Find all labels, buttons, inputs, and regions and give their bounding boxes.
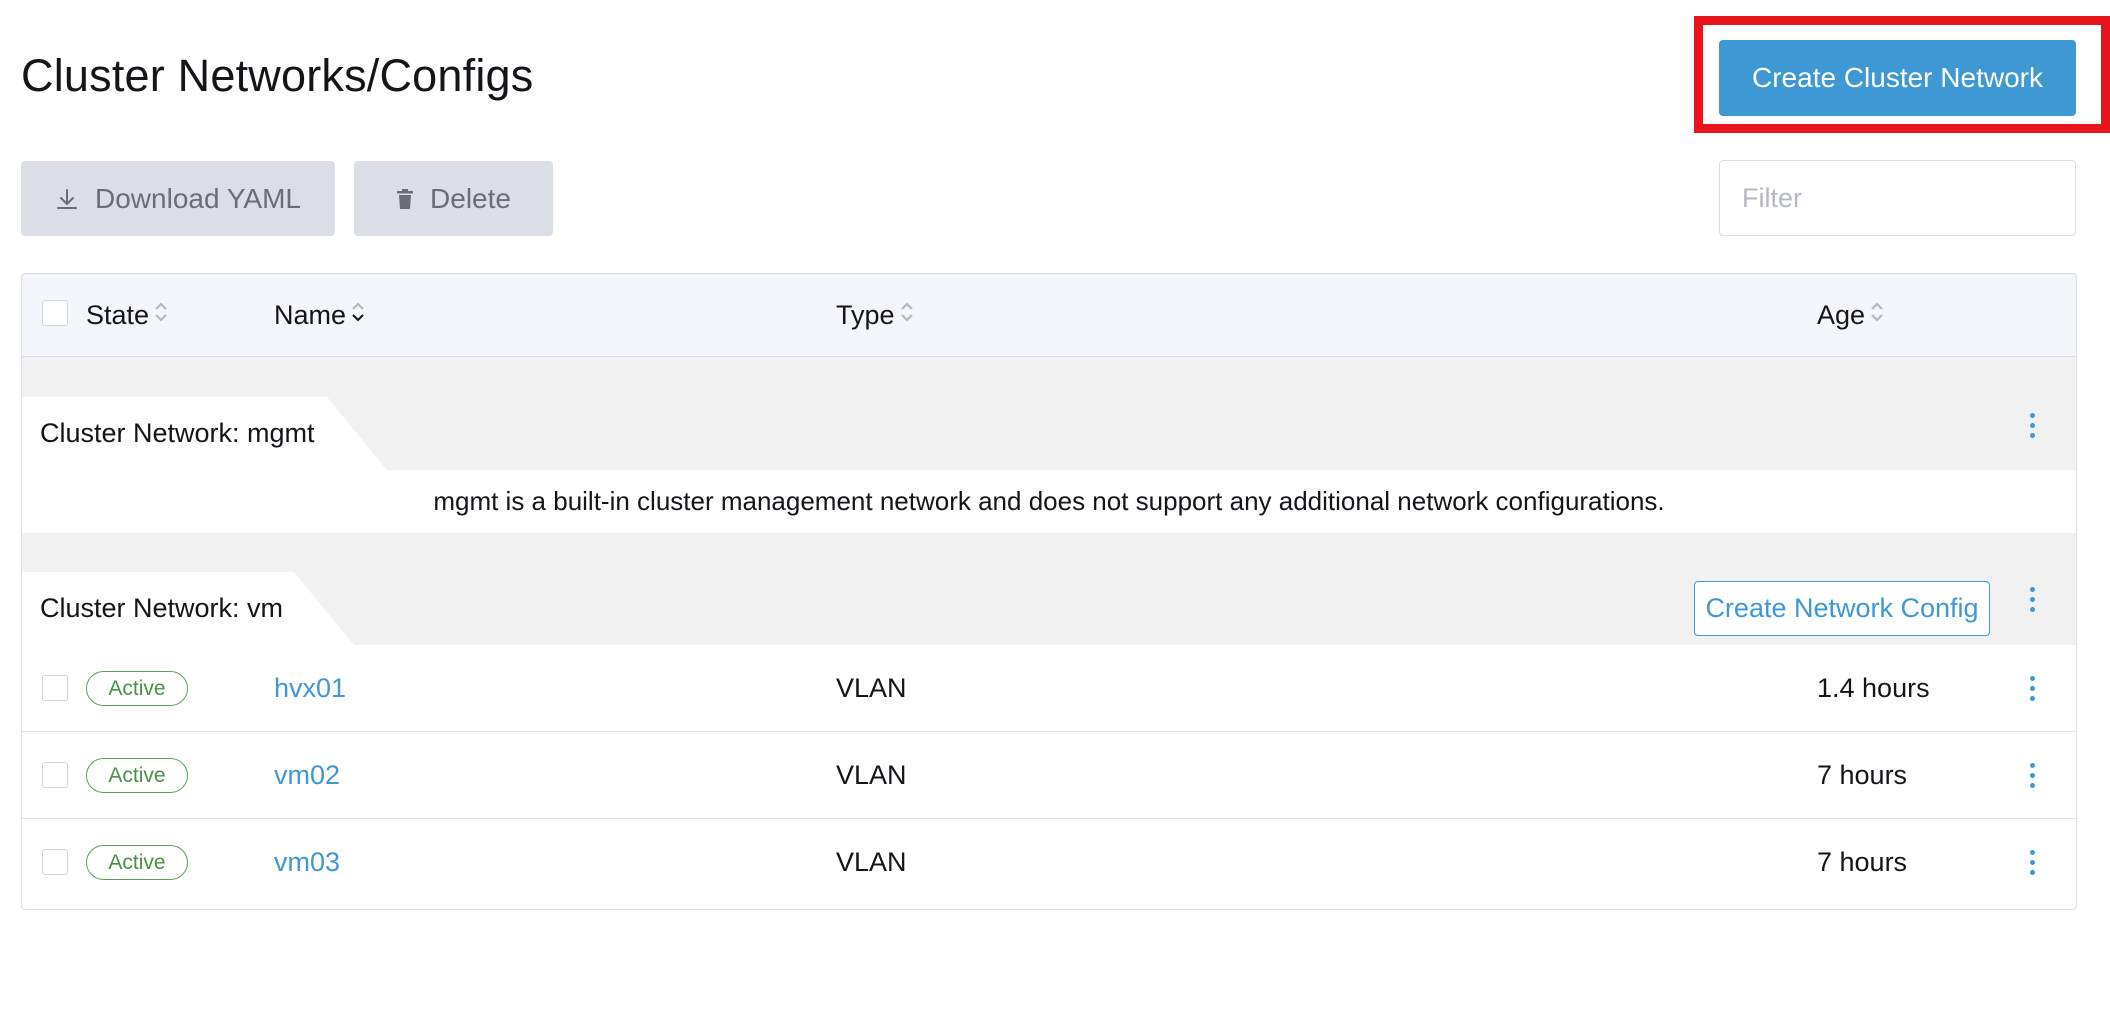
status-badge: Active [86,758,188,793]
delete-button[interactable]: Delete [354,161,553,236]
download-icon [55,187,79,211]
column-header-name[interactable]: Name [274,274,366,357]
row-age: 7 hours [1817,847,1908,877]
table-row: Active hvx01 VLAN 1.4 hours [22,645,2076,732]
column-header-type[interactable]: Type [836,274,915,357]
download-yaml-label: Download YAML [95,182,301,214]
column-label-state: State [86,300,150,330]
column-label-age: Age [1817,300,1866,330]
download-yaml-button[interactable]: Download YAML [21,161,335,236]
row-type: VLAN [836,760,907,790]
kebab-menu-icon[interactable] [2022,842,2042,882]
sort-icon [153,299,169,332]
group-label-mgmt: Cluster Network: mgmt [22,397,387,470]
kebab-menu-icon[interactable] [2022,405,2042,445]
page-title: Cluster Networks/Configs [21,50,534,101]
row-name-link[interactable]: hvx01 [274,645,346,732]
table-row: Active vm02 VLAN 7 hours [22,732,2076,819]
status-badge: Active [86,671,188,706]
trash-icon [396,188,414,209]
cluster-networks-table: State Name Type Age Cluster Network: mgm… [21,273,2077,910]
column-label-name: Name [274,300,347,330]
kebab-menu-icon[interactable] [2022,755,2042,795]
sort-icon [899,299,915,332]
column-header-age[interactable]: Age [1817,274,1885,357]
sort-desc-icon [350,299,366,332]
table-header: State Name Type Age [22,274,2076,357]
create-cluster-network-button[interactable]: Create Cluster Network [1719,40,2076,116]
row-type: VLAN [836,673,907,703]
column-label-type: Type [836,300,895,330]
row-checkbox[interactable] [42,762,68,788]
select-all-checkbox[interactable] [42,300,68,326]
table-row: Active vm03 VLAN 7 hours [22,819,2076,906]
row-age: 7 hours [1817,760,1908,790]
kebab-menu-icon[interactable] [2022,668,2042,708]
page: Cluster Networks/Configs Create Cluster … [0,0,2110,1026]
row-name-link[interactable]: vm02 [274,732,340,819]
row-age: 1.4 hours [1817,673,1930,703]
group-info-mgmt: mgmt is a built-in cluster management ne… [22,470,2076,533]
column-header-state[interactable]: State [86,274,169,357]
group-label-vm: Cluster Network: vm [22,572,354,645]
create-network-config-button[interactable]: Create Network Config [1694,581,1990,636]
row-checkbox[interactable] [42,849,68,875]
row-name-link[interactable]: vm03 [274,819,340,906]
sort-icon [1869,299,1885,332]
status-badge: Active [86,845,188,880]
row-checkbox[interactable] [42,675,68,701]
group-header-mgmt: Cluster Network: mgmt [22,357,2076,470]
delete-label: Delete [430,182,511,214]
filter-input[interactable] [1719,160,2076,236]
row-type: VLAN [836,847,907,877]
kebab-menu-icon[interactable] [2022,579,2042,619]
